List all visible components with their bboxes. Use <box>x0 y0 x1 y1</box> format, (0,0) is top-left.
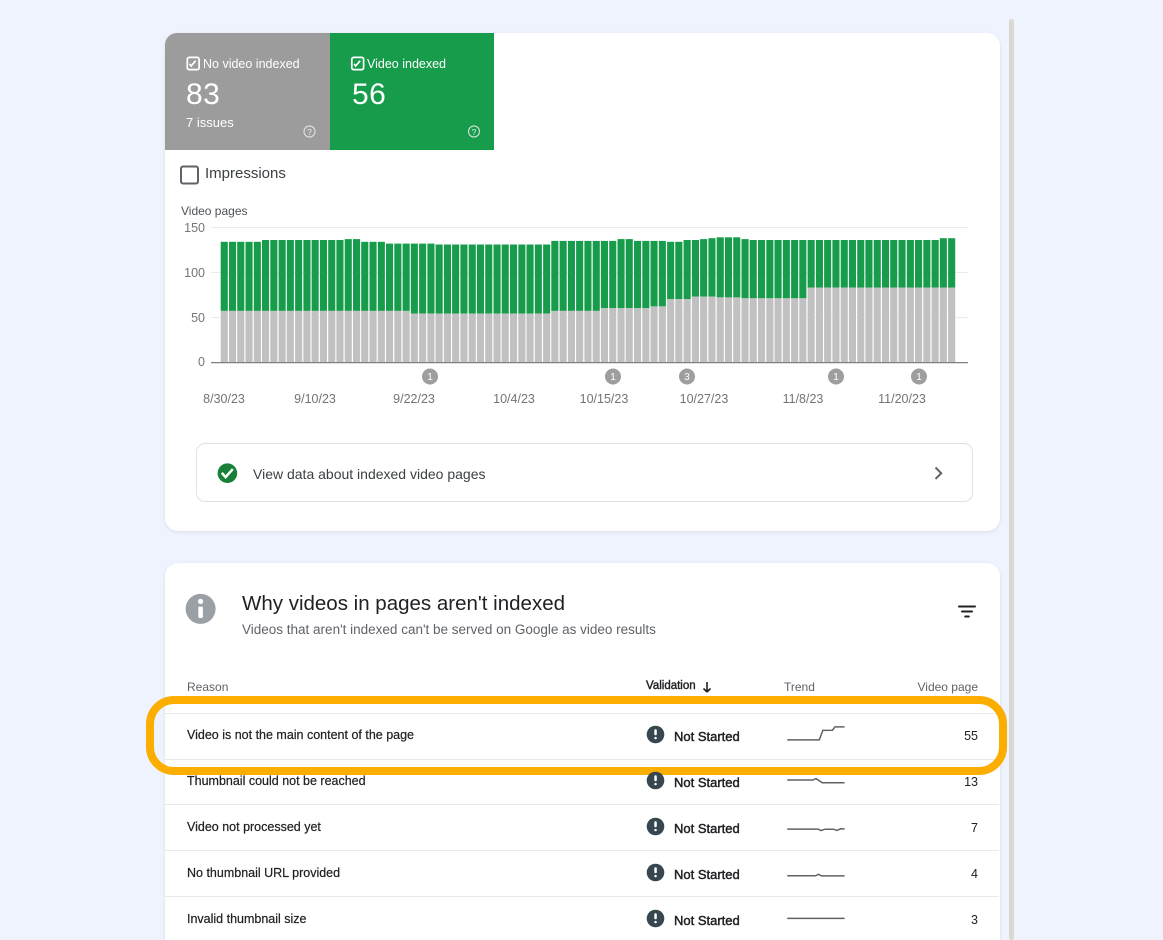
svg-text:1: 1 <box>610 372 616 383</box>
svg-text:1: 1 <box>427 372 433 383</box>
svg-text:3: 3 <box>684 372 690 383</box>
svg-text:1: 1 <box>833 372 839 383</box>
svg-text:?: ? <box>472 127 477 137</box>
svg-text:1: 1 <box>916 372 922 383</box>
svg-text:?: ? <box>307 127 312 137</box>
